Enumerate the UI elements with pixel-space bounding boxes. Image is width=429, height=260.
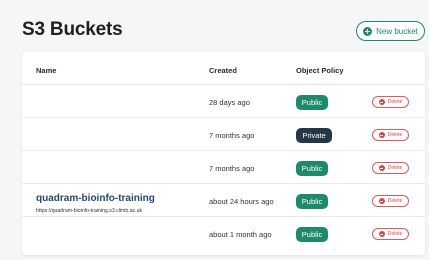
minus-circle-icon	[378, 198, 385, 204]
created-time: about 24 hours ago	[209, 197, 274, 206]
policy-badge[interactable]: Private	[296, 128, 332, 143]
created-time: about 1 month ago	[209, 230, 272, 239]
policy-badge[interactable]: Public	[296, 95, 328, 110]
table-row: 7 months ago Private Delete	[22, 118, 425, 151]
new-bucket-label: New bucket	[376, 26, 418, 36]
new-bucket-button[interactable]: New bucket	[356, 21, 425, 41]
table-row: 28 days ago Public Delete	[22, 85, 425, 118]
delete-button[interactable]: Delete	[372, 162, 409, 174]
plus-circle-icon	[363, 26, 373, 36]
table-row: about 1 month ago Public Delete	[22, 217, 425, 250]
delete-button[interactable]: Delete	[372, 129, 409, 141]
delete-button[interactable]: Delete	[372, 96, 409, 108]
delete-label: Delete	[387, 198, 403, 204]
delete-button[interactable]: Delete	[372, 195, 409, 207]
policy-badge[interactable]: Public	[296, 161, 328, 176]
policy-badge[interactable]: Public	[296, 194, 328, 209]
page-title: S3 Buckets	[22, 19, 123, 40]
created-time: 28 days ago	[209, 98, 250, 107]
buckets-table: Name Created Object Policy 28 days ago P…	[22, 52, 425, 255]
created-time: 7 months ago	[209, 131, 255, 140]
minus-circle-icon	[378, 231, 385, 237]
table-row: quadram-bioinfo-training https://quadram…	[22, 184, 425, 217]
minus-circle-icon	[378, 99, 385, 105]
delete-label: Delete	[387, 231, 403, 237]
column-header-created: Created	[209, 66, 237, 75]
column-header-object-policy: Object Policy	[296, 66, 344, 75]
delete-button[interactable]: Delete	[372, 228, 409, 240]
page-header: S3 Buckets New bucket	[0, 0, 429, 50]
table-row: 7 months ago Public Delete	[22, 151, 425, 184]
created-time: 7 months ago	[209, 164, 255, 173]
column-header-name: Name	[36, 66, 57, 75]
bucket-url-link[interactable]: https://quadram-bioinfo-training.s3.clim…	[36, 208, 142, 214]
minus-circle-icon	[378, 165, 385, 171]
table-header: Name Created Object Policy	[22, 52, 425, 85]
minus-circle-icon	[378, 132, 385, 138]
delete-label: Delete	[387, 99, 403, 105]
policy-badge[interactable]: Public	[296, 227, 328, 242]
bucket-name-link[interactable]: quadram-bioinfo-training	[36, 193, 155, 204]
delete-label: Delete	[387, 132, 403, 138]
delete-label: Delete	[387, 165, 403, 171]
